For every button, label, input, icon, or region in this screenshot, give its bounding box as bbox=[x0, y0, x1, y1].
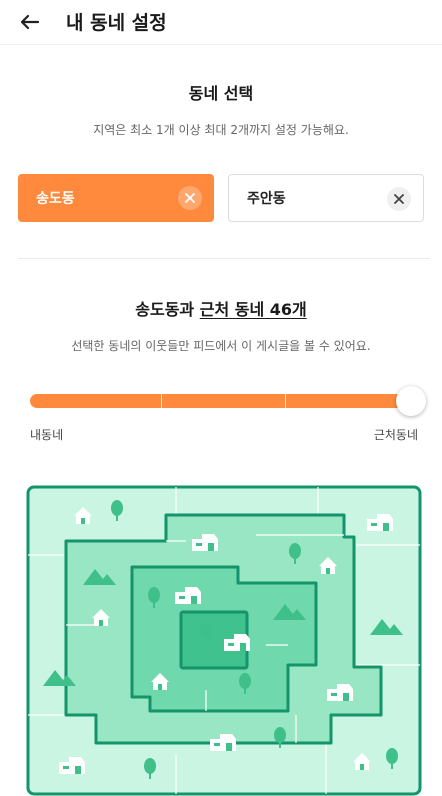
range-title: 송도동과 근처 동네 46개 bbox=[0, 296, 442, 320]
back-button[interactable] bbox=[16, 8, 44, 36]
divider bbox=[18, 258, 430, 259]
select-title: 동네 선택 bbox=[188, 84, 254, 103]
neighborhood-chip-juan[interactable]: 주안동 bbox=[228, 174, 424, 222]
select-subtitle: 지역은 최소 1개 이상 최대 2개까지 설정 가능해요. bbox=[93, 123, 349, 137]
slider-tick bbox=[285, 394, 286, 408]
remove-button[interactable] bbox=[178, 186, 202, 210]
close-icon bbox=[185, 193, 195, 203]
range-title-prefix: 송도동과 bbox=[135, 300, 200, 319]
range-subtitle: 선택한 동네의 이웃들만 피드에서 이 게시글을 볼 수 있어요. bbox=[71, 339, 371, 353]
page-title: 내 동네 설정 bbox=[66, 12, 167, 34]
neighborhood-chip-songdo[interactable]: 송도동 bbox=[18, 174, 214, 222]
slider-max-label: 근처동네 bbox=[373, 428, 418, 442]
slider-tick bbox=[161, 394, 162, 408]
range-title-count: 근처 동네 46개 bbox=[199, 300, 307, 319]
app-header: 내 동네 설정 bbox=[0, 0, 442, 45]
close-icon bbox=[394, 194, 404, 204]
remove-button[interactable] bbox=[387, 187, 411, 211]
chip-label: 송도동 bbox=[36, 191, 75, 207]
chip-label: 주안동 bbox=[247, 191, 286, 207]
range-slider-thumb[interactable] bbox=[396, 386, 426, 416]
neighborhood-map-illustration bbox=[26, 485, 422, 796]
range-slider-track[interactable] bbox=[30, 394, 410, 408]
slider-min-label: 내동네 bbox=[30, 428, 64, 442]
arrow-left-icon bbox=[20, 14, 40, 30]
